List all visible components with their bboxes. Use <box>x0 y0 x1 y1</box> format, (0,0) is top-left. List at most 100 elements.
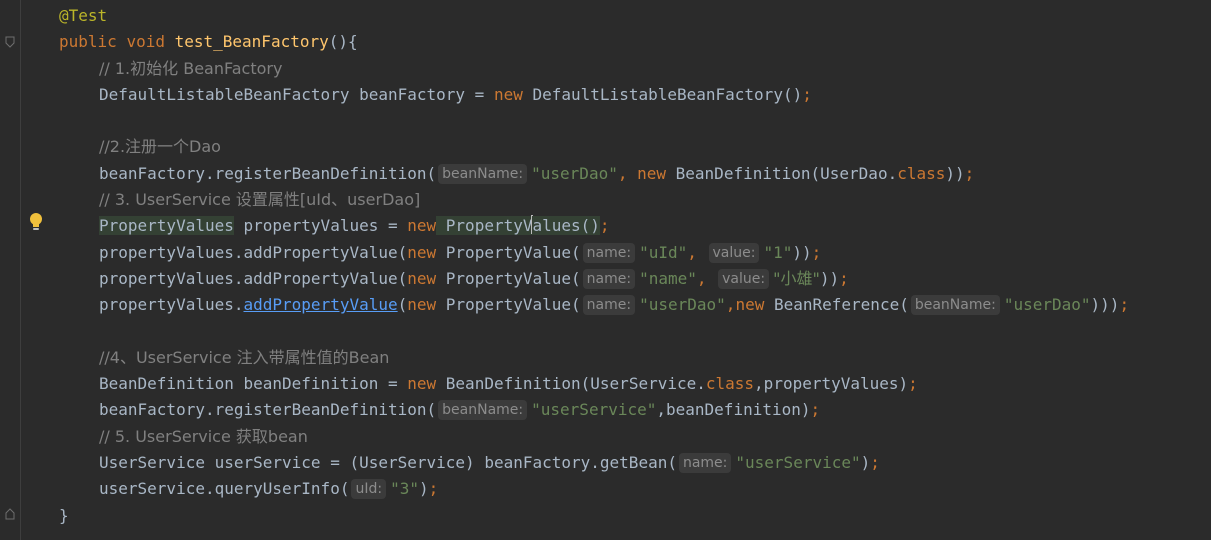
code-line[interactable]: BeanDefinition beanDefinition = new Bean… <box>59 371 1211 397</box>
closing-brace: } <box>59 505 69 525</box>
keyword: void <box>126 32 165 52</box>
code-line[interactable]: beanFactory.registerBeanDefinition(beanN… <box>59 161 1211 187</box>
code-text: ))) <box>1090 295 1120 315</box>
code-line[interactable]: propertyValues.addPropertyValue(new Prop… <box>59 266 1211 292</box>
code-line[interactable]: // 3. UserService 设置属性[uId、userDao] <box>59 187 1211 213</box>
code-text: PropertyValue( <box>436 268 581 288</box>
editor-gutter <box>0 0 46 540</box>
semicolon: ; <box>870 453 880 473</box>
code-text: propertyValues = <box>233 216 408 236</box>
code-line[interactable]: public void test_BeanFactory(){ <box>59 29 1211 55</box>
code-text-highlighted: alues() <box>532 216 600 236</box>
code-line[interactable]: //4、UserService 注入带属性值的Bean <box>59 345 1211 371</box>
parameter-hint: value: <box>708 242 760 263</box>
string-literal: "userDao" <box>639 295 726 315</box>
parameter-hint: value: <box>718 268 770 289</box>
keyword: public <box>59 32 117 52</box>
code-line[interactable]: UserService userService = (UserService) … <box>59 450 1211 476</box>
code-line-current[interactable]: PropertyValues propertyValues = new Prop… <box>59 213 1211 239</box>
code-line[interactable]: propertyValues.addPropertyValue(new Prop… <box>59 292 1211 318</box>
parameter-hint: name: <box>582 295 636 316</box>
code-text: beanFactory.registerBeanDefinition( <box>99 163 437 183</box>
string-literal: "userService" <box>531 400 657 420</box>
code-text: BeanReference( <box>764 295 909 315</box>
code-text: )) <box>945 163 965 183</box>
code-text: ,beanDefinition) <box>656 400 811 420</box>
code-editor[interactable]: @Test public void test_BeanFactory(){ //… <box>59 3 1211 529</box>
code-line[interactable]: //2.注册一个Dao <box>59 134 1211 160</box>
parameter-hint: beanName: <box>438 400 528 421</box>
type-name-highlighted: PropertyValues <box>99 216 234 236</box>
code-line[interactable]: } <box>59 503 1211 529</box>
semicolon: ; <box>1119 295 1130 315</box>
semicolon: ; <box>810 400 821 420</box>
keyword: new <box>493 84 523 104</box>
code-text: PropertyValue( <box>436 295 581 315</box>
comma: , <box>687 242 707 262</box>
code-text: )) <box>819 268 840 288</box>
gutter-separator <box>20 0 21 540</box>
keyword: new <box>407 242 437 262</box>
comment: // 1.初始化 BeanFactory <box>99 58 283 78</box>
comma: , <box>696 268 717 288</box>
code-text: (){ <box>328 32 358 52</box>
comment: //2.注册一个Dao <box>99 137 221 157</box>
semicolon: ; <box>908 374 918 394</box>
code-text: UserService userService = (UserService) … <box>99 453 677 473</box>
code-text: userService.queryUserInfo( <box>99 479 350 499</box>
keyword: class <box>705 374 755 394</box>
parameter-hint: beanName: <box>438 163 528 184</box>
code-line[interactable]: propertyValues.addPropertyValue(new Prop… <box>59 240 1211 266</box>
code-line-empty[interactable] <box>59 108 1211 134</box>
code-line[interactable]: // 1.初始化 BeanFactory <box>59 56 1211 82</box>
fold-marker-icon[interactable] <box>5 508 15 520</box>
code-text: propertyValues. <box>99 295 244 315</box>
keyword: new <box>735 295 765 315</box>
parameter-hint: name: <box>582 268 636 289</box>
code-line-empty[interactable] <box>59 319 1211 345</box>
string-literal: "name" <box>639 268 697 288</box>
code-text: BeanDefinition(UserDao. <box>666 163 898 183</box>
code-text: propertyValues.addPropertyValue( <box>99 268 408 288</box>
fold-marker-icon[interactable] <box>5 36 15 48</box>
code-text: ,propertyValues) <box>754 374 909 394</box>
code-text: propertyValues.addPropertyValue( <box>99 242 408 262</box>
annotation: @Test <box>59 6 108 25</box>
parameter-hint: name: <box>678 453 732 474</box>
semicolon: ; <box>839 268 849 288</box>
string-literal: "3" <box>390 479 419 499</box>
parameter-hint: beanName: <box>910 295 1000 316</box>
semicolon: ; <box>428 479 439 499</box>
keyword: new <box>407 374 437 394</box>
code-text: beanFactory.registerBeanDefinition( <box>99 400 437 420</box>
code-text: PropertyValue( <box>436 242 581 262</box>
string-literal: "userDao" <box>1003 295 1091 315</box>
code-line[interactable]: beanFactory.registerBeanDefinition(beanN… <box>59 397 1211 423</box>
semicolon: ; <box>599 216 610 236</box>
code-text: )) <box>792 242 812 262</box>
keyword: new <box>407 268 437 288</box>
string-literal: "userDao" <box>531 163 618 183</box>
string-literal: "小雄" <box>773 268 820 288</box>
comma: , <box>725 295 736 315</box>
code-line[interactable]: // 5. UserService 获取bean <box>59 424 1211 450</box>
code-line[interactable]: userService.queryUserInfo(uId: "3"); <box>59 476 1211 502</box>
string-literal: "1" <box>763 242 793 262</box>
keyword: new <box>407 216 437 236</box>
parameter-hint: name: <box>582 242 636 263</box>
string-literal: "userService" <box>735 453 861 473</box>
code-text: ( <box>397 295 408 315</box>
method-link[interactable]: addPropertyValue <box>244 295 398 314</box>
method-name: test_BeanFactory <box>174 32 329 52</box>
code-line[interactable]: @Test <box>59 3 1211 29</box>
code-text: ) <box>418 479 429 499</box>
comment: //4、UserService 注入带属性值的Bean <box>99 347 390 367</box>
keyword: class <box>897 163 946 183</box>
comma: , <box>617 163 638 183</box>
keyword: new <box>407 295 437 315</box>
lightbulb-icon[interactable] <box>27 212 45 232</box>
code-text: DefaultListableBeanFactory beanFactory = <box>99 84 494 104</box>
code-text: ) <box>860 453 871 473</box>
code-line[interactable]: DefaultListableBeanFactory beanFactory =… <box>59 82 1211 108</box>
semicolon: ; <box>964 163 975 183</box>
